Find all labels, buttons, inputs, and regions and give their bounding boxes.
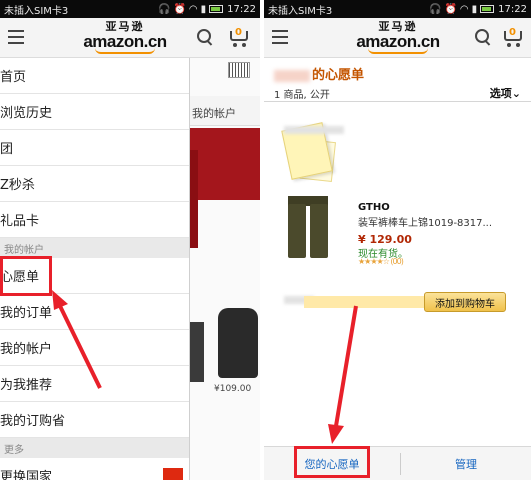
red-arrow-icon [328,305,358,444]
left-screenshot: 未插入SIM卡3 🎧 ⏰ ◠ ▮ 17:22 亚马逊 amazon.cn 0 我… [0,0,260,480]
red-arrow-icon [52,290,102,389]
right-screenshot: 未插入SIM卡3 🎧 ⏰ ◠ ▮ 17:22 亚马逊 amazon.cn 0 的… [264,0,531,480]
